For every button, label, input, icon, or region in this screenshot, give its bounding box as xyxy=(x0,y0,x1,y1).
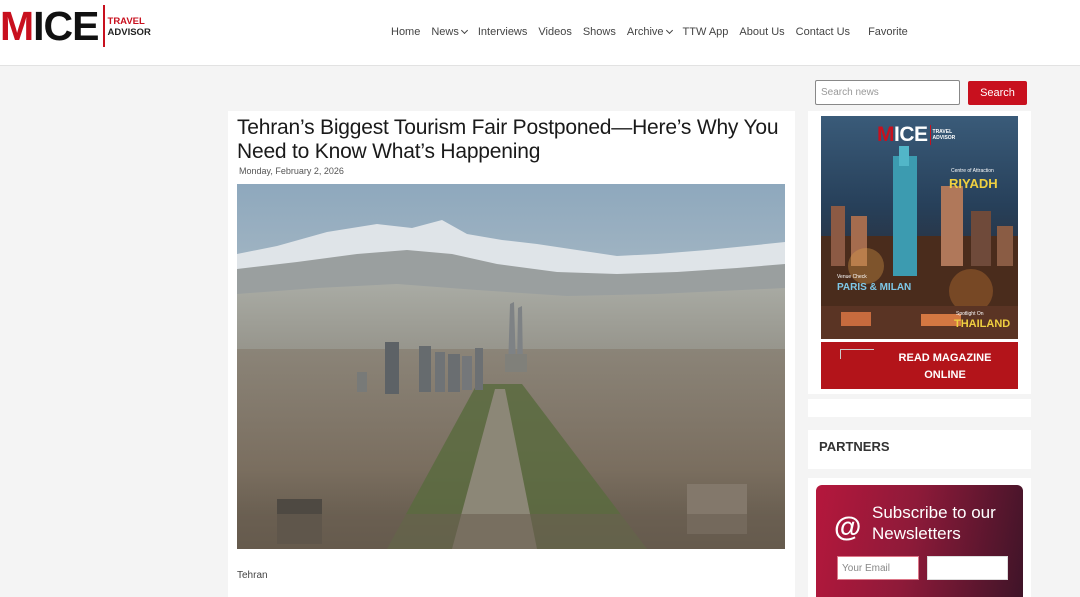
cover-tag-1: Centre of Attraction xyxy=(951,168,994,174)
search-input[interactable] xyxy=(815,80,960,105)
newsletter-subscribe-button[interactable] xyxy=(927,556,1008,580)
nav-item-news[interactable]: News xyxy=(431,26,468,38)
nav-label: Contact Us xyxy=(795,26,851,38)
sidebar-spacer-card xyxy=(808,399,1031,417)
logo-wordmark: MICE xyxy=(0,3,100,49)
chevron-down-icon xyxy=(460,26,468,35)
broken-image-icon xyxy=(840,349,874,359)
newsletter-email-field[interactable] xyxy=(837,556,919,580)
logo-subtitle: TRAVEL ADVISOR xyxy=(107,16,151,38)
nav-item-home[interactable]: Home xyxy=(391,26,420,38)
article-card: Tehran’s Biggest Tourism Fair Postponed—… xyxy=(228,111,795,597)
cover-city-3: THAILAND xyxy=(954,318,1011,330)
newsletter-card: @ Subscribe to our Newsletters xyxy=(808,478,1031,597)
read-magazine-button[interactable]: READ MAGAZINE ONLINE xyxy=(821,342,1018,389)
read-magazine-label: READ MAGAZINE ONLINE xyxy=(898,352,992,381)
partners-title: PARTNERS xyxy=(819,439,890,454)
nav-item-archive[interactable]: Archive xyxy=(626,26,673,38)
cover-tag-2: Venue Check xyxy=(837,274,867,280)
article-title: Tehran’s Biggest Tourism Fair Postponed—… xyxy=(237,116,779,163)
site-header: MICE TRAVEL ADVISOR Home News Interviews Vi… xyxy=(0,0,1080,66)
image-caption: Tehran xyxy=(237,570,268,581)
nav-item-about-us[interactable]: About Us xyxy=(739,26,784,38)
nav-item-contact-us[interactable]: Contact Us xyxy=(796,26,850,38)
cover-tag-3: Spotlight On xyxy=(956,311,984,317)
nav-item-shows[interactable]: Shows xyxy=(583,26,616,38)
article-date: Monday, February 2, 2026 xyxy=(239,166,344,176)
magazine-card: MICE TRAVEL ADVISOR Centre of Attraction … xyxy=(808,111,1031,394)
nav-label: Favorite xyxy=(868,26,908,38)
magazine-cover[interactable]: MICE TRAVEL ADVISOR Centre of Attraction … xyxy=(821,116,1018,339)
nav-label: Shows xyxy=(582,26,616,38)
nav-item-interviews[interactable]: Interviews xyxy=(478,26,528,38)
article-hero-image xyxy=(237,184,785,549)
nav-label: About Us xyxy=(739,26,785,38)
partners-card: PARTNERS xyxy=(808,430,1031,469)
nav-label: News xyxy=(431,26,459,38)
magazine-logo: MICE TRAVEL ADVISOR xyxy=(877,123,956,146)
nav-label: Archive xyxy=(626,26,664,38)
cover-city-1: RIYADH xyxy=(949,176,998,191)
nav-label: Interviews xyxy=(477,26,528,38)
search-button[interactable]: Search xyxy=(968,81,1027,105)
nav-item-videos[interactable]: Videos xyxy=(538,26,571,38)
newsletter-title: Subscribe to our Newsletters xyxy=(872,503,996,543)
logo-divider xyxy=(102,5,105,47)
chevron-down-icon xyxy=(665,26,673,35)
nav-label: Home xyxy=(391,26,421,38)
cover-city-2: PARIS & MILAN xyxy=(837,282,912,293)
nav-item-favorite[interactable]: Favorite xyxy=(868,26,908,38)
main-nav: Home News Interviews Videos Shows Archive TTW … xyxy=(391,26,919,38)
site-logo[interactable]: MICE TRAVEL ADVISOR xyxy=(0,4,151,48)
nav-label: TTW App xyxy=(682,26,729,38)
nav-label: Videos xyxy=(538,26,572,38)
at-sign-icon: @ xyxy=(834,511,862,542)
nav-item-ttw-app[interactable]: TTW App xyxy=(683,26,729,38)
newsletter-box: @ Subscribe to our Newsletters xyxy=(816,485,1023,597)
